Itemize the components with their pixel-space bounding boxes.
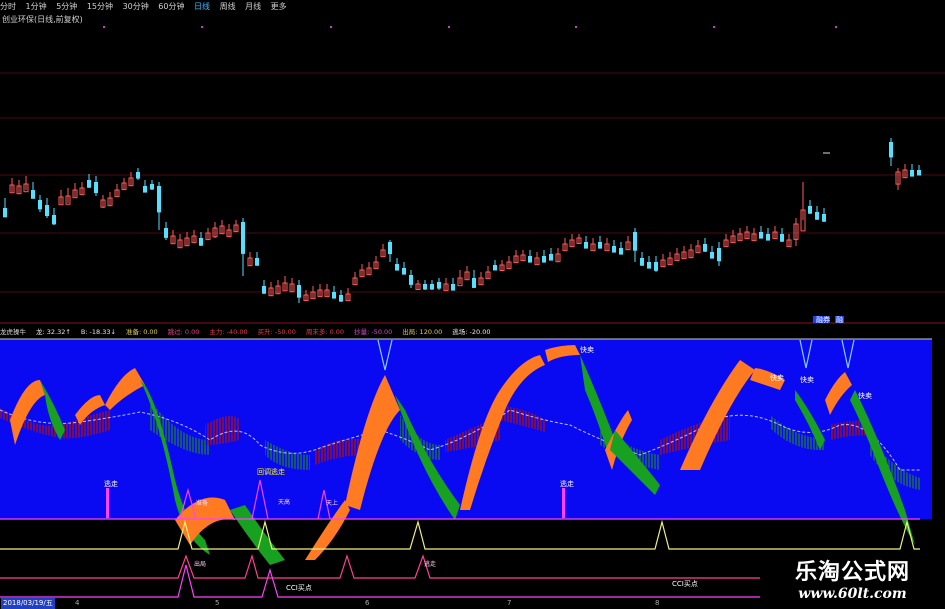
candle-body xyxy=(402,268,406,275)
escape-label: 逃走 xyxy=(560,479,574,488)
candle-body xyxy=(780,234,784,242)
candle-body xyxy=(52,215,56,225)
candle-body xyxy=(143,186,147,193)
candle-body xyxy=(437,282,441,289)
candle-body xyxy=(45,205,49,216)
candle-body xyxy=(472,278,476,288)
candle-body xyxy=(451,284,455,291)
candle-body xyxy=(703,244,707,252)
sell-label: 快卖 xyxy=(580,345,594,354)
candle-body xyxy=(493,265,497,271)
candle-body xyxy=(262,286,266,294)
marker-rong: 融 xyxy=(836,315,843,324)
watermark-url: www.60lt.com xyxy=(798,586,907,602)
candle-body xyxy=(542,256,546,263)
marker-rongquan: 融券 xyxy=(816,315,830,324)
chart-canvas[interactable]: 财 融券 融 xyxy=(0,0,945,609)
candle-body xyxy=(339,295,343,302)
escape-label: 逃走 xyxy=(104,479,118,488)
candlestick-series xyxy=(3,138,921,303)
sell-label: 快卖 xyxy=(858,391,872,400)
candle-body xyxy=(164,228,168,238)
candle-body xyxy=(598,242,602,249)
candle-body xyxy=(815,212,819,220)
candle-body xyxy=(157,186,161,213)
indicator-value: 龙: 32.32↑ xyxy=(36,328,71,336)
candle-body xyxy=(822,214,826,222)
candle-body xyxy=(917,170,921,176)
indicator-value: 买升: -50.00 xyxy=(257,328,296,336)
cci-buy-label: CCI买点 xyxy=(286,584,312,592)
indicator-value: B: -18.33↓ xyxy=(80,328,116,336)
candle-body xyxy=(766,234,770,241)
indicator-value: 准备: 0.00 xyxy=(125,328,158,336)
top-tick-markers xyxy=(103,26,837,28)
candle-body xyxy=(38,200,42,210)
candle-body xyxy=(430,284,434,290)
month-tick: 5 xyxy=(215,599,220,607)
candle-body xyxy=(549,254,553,261)
candle-body xyxy=(647,262,651,269)
candle-body xyxy=(584,242,588,249)
signal-label: 天上 xyxy=(326,499,338,507)
candle-body xyxy=(808,206,812,214)
signal-label: 天高 xyxy=(278,498,290,506)
candle-body xyxy=(241,222,245,254)
indicator-value: 主力: -40.00 xyxy=(209,328,248,336)
indicator-value: 周末多: 0.00 xyxy=(305,328,345,336)
candle-body xyxy=(640,258,644,266)
indicator-value: 出局: 120.00 xyxy=(402,328,443,336)
cci-buy-label: CCI买点 xyxy=(672,580,698,588)
indicator-value: 抄量: -50.00 xyxy=(354,328,393,336)
event-markers: 财 融券 融 xyxy=(813,315,844,324)
candle-body xyxy=(423,284,427,290)
candle-body xyxy=(3,208,7,218)
month-tick: 7 xyxy=(507,599,512,607)
month-tick: 8 xyxy=(655,599,660,607)
mid-signal-label: 回调逃走 xyxy=(257,467,285,476)
candle-body xyxy=(612,246,616,253)
cci-labels: CCI买点 CCI买点 xyxy=(286,580,698,592)
candle-body xyxy=(528,256,532,263)
month-tick: 6 xyxy=(365,599,370,607)
sell-label: 快卖 xyxy=(770,373,784,382)
candle-body xyxy=(710,252,714,259)
candle-body xyxy=(332,292,336,299)
indicator-value: 龙虎操牛 xyxy=(0,328,26,336)
candle-body xyxy=(910,170,914,177)
candle-body xyxy=(395,264,399,271)
candle-body xyxy=(94,182,98,193)
candle-body xyxy=(759,232,763,239)
candle-body xyxy=(31,190,35,199)
watermark-title: 乐淘公式网 xyxy=(794,560,910,585)
candle-body xyxy=(87,180,91,188)
watermark: 乐淘公式网 www.60lt.com xyxy=(760,552,945,602)
candle-body xyxy=(619,248,623,255)
candle-body xyxy=(199,238,203,246)
candle-body xyxy=(889,142,893,158)
signal-label: 逃走 xyxy=(424,560,436,568)
candle-body xyxy=(388,242,392,255)
candle-body xyxy=(255,258,259,266)
indicator-value: 跳过: 0.00 xyxy=(167,328,200,336)
indicator-header: 龙虎操牛 龙: 32.32↑ B: -18.33↓ 准备: 0.00 跳过: 0.00 主… xyxy=(0,327,945,337)
month-tick: 4 xyxy=(75,599,80,607)
signal-label: 出局 xyxy=(194,560,206,568)
sell-label: 快卖 xyxy=(800,375,814,384)
candle-body xyxy=(136,172,140,179)
signal-label: 准备 xyxy=(196,499,208,507)
candle-body xyxy=(717,248,721,262)
candle-body xyxy=(150,184,154,190)
candle-body xyxy=(633,232,637,251)
current-date: 2018/03/19/五 xyxy=(1,598,55,609)
candle-body xyxy=(409,275,413,285)
indicator-value: 逃场: -20.00 xyxy=(452,328,491,336)
candle-body xyxy=(654,262,658,271)
candle-body xyxy=(297,285,301,298)
